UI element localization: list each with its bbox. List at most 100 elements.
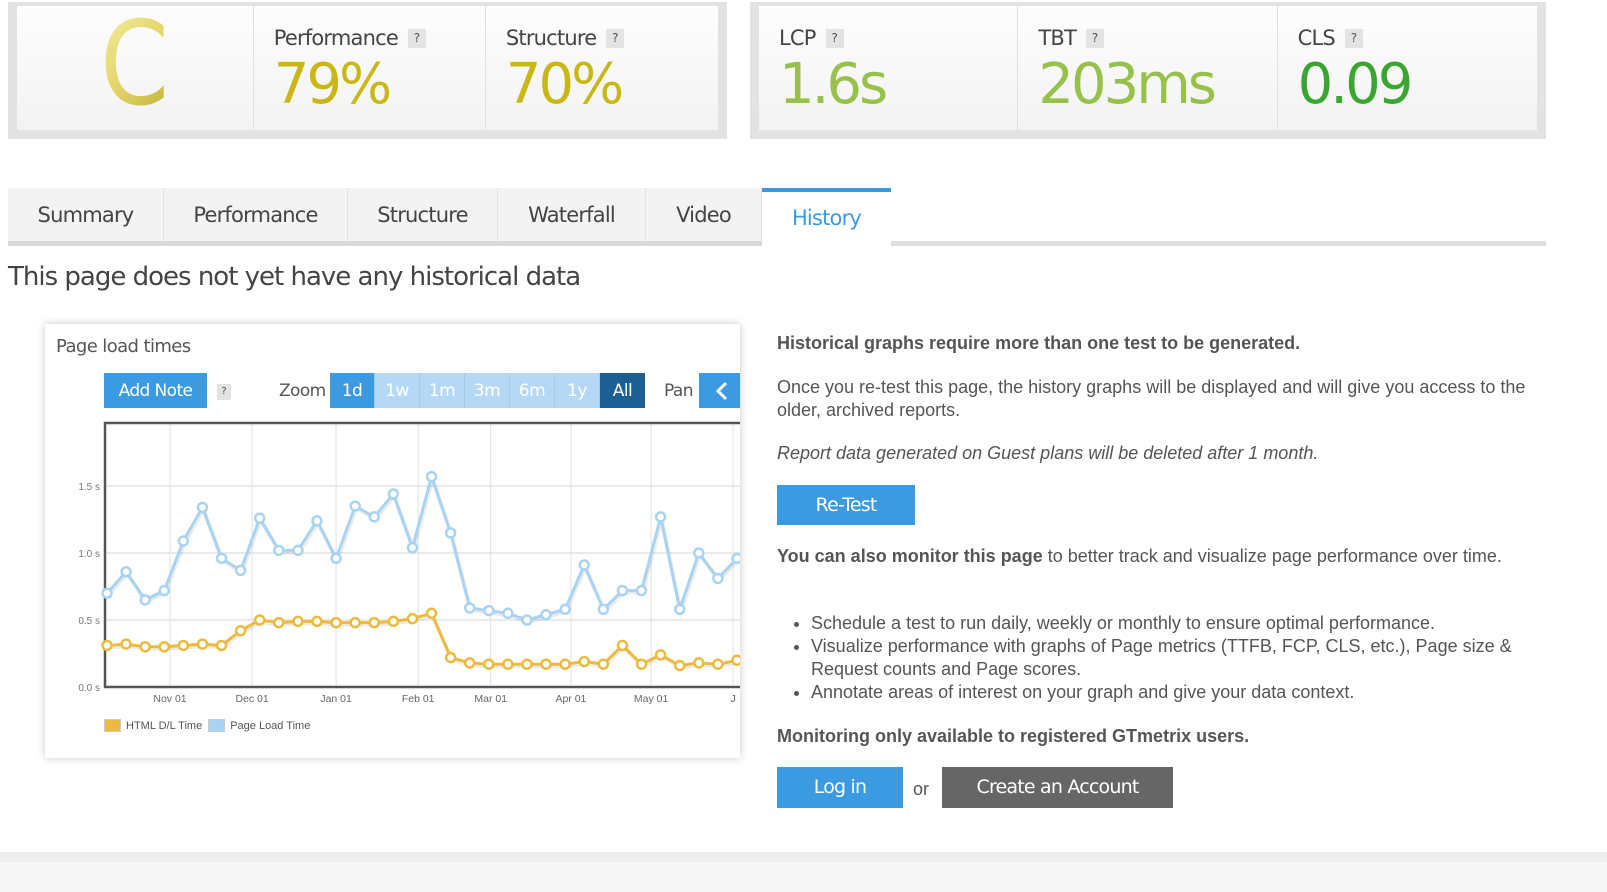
page-load-chart: 0.0 s 0.5 s 1.0 s 1.5 s Nov 01 Dec 01 Jan 01 Fe…	[78, 421, 740, 705]
metric-value: 79%	[273, 52, 392, 117]
help-icon[interactable]: ?	[1086, 28, 1104, 48]
grade-cell: C	[17, 6, 254, 130]
login-button[interactable]: Log in	[777, 767, 903, 808]
monitor-bold: You can also monitor this page	[777, 546, 1043, 566]
legend-swatch	[104, 719, 121, 732]
tab-video[interactable]: Video	[646, 188, 762, 241]
data-point	[311, 515, 323, 527]
metric-structure: Structure ? 70%	[486, 6, 718, 130]
or-label: or	[913, 779, 930, 799]
data-point	[273, 544, 285, 557]
y-tick-label: 0.5 s	[78, 616, 100, 627]
report-tabs: Summary Performance Structure Waterfall …	[8, 188, 1546, 246]
data-point	[330, 552, 342, 565]
registered-note: Monitoring only available to registered …	[777, 726, 1250, 746]
data-point	[463, 657, 476, 669]
x-tick-label: J	[731, 693, 736, 705]
data-point	[521, 614, 533, 626]
data-point	[502, 607, 514, 620]
data-point	[234, 624, 247, 637]
data-point	[158, 641, 171, 653]
metric-value: 203ms	[1038, 52, 1217, 117]
y-tick-label: 1.0 s	[78, 549, 100, 560]
data-point	[120, 638, 132, 650]
tab-summary[interactable]: Summary	[8, 188, 164, 241]
data-point	[616, 584, 629, 597]
x-tick-label: Dec 01	[235, 693, 268, 705]
create-account-button[interactable]: Create an Account	[942, 767, 1173, 808]
data-point	[177, 639, 190, 652]
metric-label: Structure	[505, 26, 597, 50]
metric-performance: Performance ? 79%	[254, 6, 486, 130]
metric-label: Performance	[273, 26, 399, 50]
x-tick-label: Apr 01	[555, 693, 586, 705]
x-tick-label: Mar 01	[474, 693, 507, 705]
metric-value: 0.09	[1297, 52, 1414, 117]
data-point	[406, 541, 419, 554]
tab-structure[interactable]: Structure	[348, 188, 498, 241]
data-point	[521, 658, 533, 670]
monitor-features: Schedule a test to run daily, weekly or …	[777, 612, 1547, 704]
info-paragraph: Once you re-test this page, the history …	[777, 377, 1526, 420]
help-icon[interactable]: ?	[825, 28, 844, 48]
data-point	[330, 616, 342, 629]
web-vitals-panel: LCP ? 1.6s TBT ? 203ms CLS ? 0.09	[750, 2, 1546, 139]
legend-item-page-load[interactable]: Page Load Time	[208, 719, 310, 732]
legend-swatch	[208, 719, 226, 732]
list-item: Visualize performance with graphs of Pag…	[811, 635, 1547, 681]
metric-value: 70%	[505, 52, 624, 117]
help-icon[interactable]: ?	[606, 28, 625, 48]
monitor-paragraph: You can also monitor this page to better…	[777, 545, 1537, 568]
scores-panel: C Performance ? 79% Structure ? 70%	[8, 2, 727, 139]
legend-label: Page Load Time	[230, 719, 311, 732]
help-icon[interactable]: ?	[1344, 28, 1363, 48]
data-point	[349, 616, 361, 629]
data-point	[406, 612, 419, 625]
data-point	[502, 658, 514, 670]
data-point	[731, 654, 740, 666]
data-point	[425, 470, 438, 483]
tab-history[interactable]: History	[762, 188, 891, 246]
monitor-rest: to better track and visualize page perfo…	[1042, 546, 1502, 566]
data-point	[215, 552, 228, 565]
metric-lcp: LCP ? 1.6s	[759, 6, 1019, 130]
metric-label: TBT	[1038, 26, 1076, 50]
data-point	[444, 651, 457, 664]
data-point	[483, 604, 495, 617]
data-point	[368, 616, 381, 629]
data-point	[559, 603, 571, 616]
data-point	[693, 657, 705, 669]
data-point	[120, 566, 132, 578]
data-point	[292, 544, 304, 557]
info-heading: Historical graphs require more than one …	[777, 333, 1301, 353]
series-shadow	[106, 471, 740, 625]
guest-note: Report data generated on Guest plans wil…	[777, 443, 1319, 463]
legend-item-html-dl[interactable]: HTML D/L Time	[104, 719, 202, 732]
data-point	[253, 512, 266, 524]
page-load-chart-card: Page load times Add Note ? Zoom 1d 1w 1m…	[45, 324, 740, 758]
tab-waterfall[interactable]: Waterfall	[498, 188, 646, 241]
list-item: Schedule a test to run daily, weekly or …	[811, 612, 1547, 635]
help-icon[interactable]: ?	[407, 28, 426, 48]
data-point	[654, 511, 667, 523]
tabs-underline	[891, 241, 1546, 246]
data-point	[673, 603, 686, 616]
data-point	[597, 603, 610, 616]
grade-letter: C	[100, 0, 170, 132]
retest-button[interactable]: Re-Test	[777, 485, 915, 525]
data-point	[349, 500, 361, 512]
data-point	[463, 602, 476, 614]
data-point	[215, 639, 228, 652]
data-point	[311, 615, 323, 628]
data-point	[712, 658, 724, 670]
x-tick-label: Jan 01	[320, 693, 352, 705]
x-tick-label: Nov 01	[153, 693, 186, 705]
data-point	[540, 658, 552, 670]
y-tick-label: 0.0 s	[78, 683, 100, 694]
data-point	[177, 535, 190, 547]
data-point	[712, 572, 724, 585]
y-tick-label: 1.5 s	[78, 482, 100, 493]
tab-performance[interactable]: Performance	[164, 188, 348, 241]
data-point	[693, 547, 705, 559]
page-heading: This page does not yet have any historic…	[8, 262, 581, 292]
